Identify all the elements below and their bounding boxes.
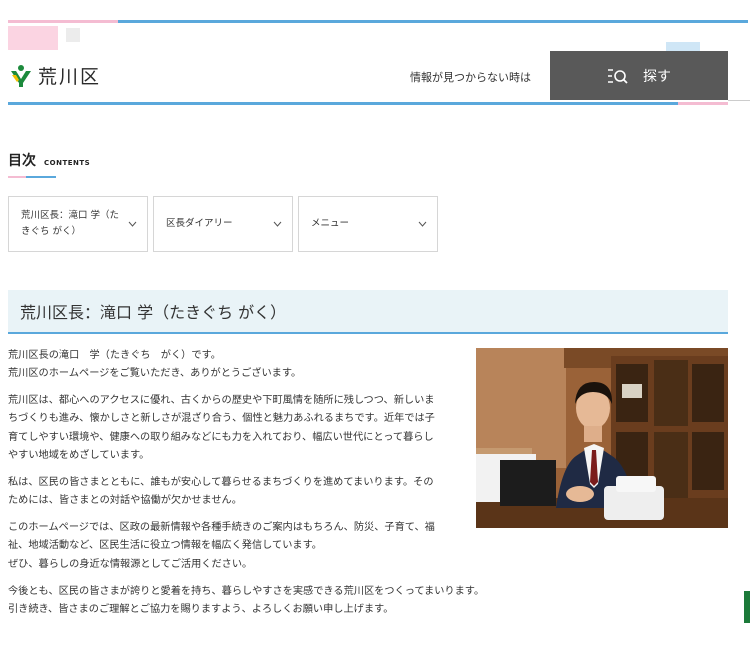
search-icon <box>608 68 628 84</box>
header-rule-gray <box>728 100 750 101</box>
search-button-label: 探す <box>643 68 671 85</box>
paragraph-website: このホームページでは、区政の最新情報や各種手続きのご案内はもちろん、防災、子育て… <box>8 519 468 574</box>
text-line: ためには、皆さまとの対話や協働が欠かせません。 <box>8 495 242 507</box>
toc-item-label: 荒川区長：滝口 学（た きぐち がく） <box>21 208 128 240</box>
header-decoration-gray <box>66 28 80 42</box>
side-tab[interactable] <box>744 591 750 623</box>
top-rule-accent <box>8 20 118 23</box>
paragraph-about: 荒川区は、都心へのアクセスに優れ、古くからの歴史や下町風情を随所に残しつつ、新し… <box>8 392 468 466</box>
toc-item-diary[interactable]: 区長ダイアリー <box>153 196 293 252</box>
section-heading-rule <box>8 332 728 334</box>
toc-item-mayor[interactable]: 荒川区長：滝口 学（た きぐち がく） <box>8 196 148 252</box>
paragraph-greeting: 荒川区長の滝口 学（たきぐち がく）です。 荒川区のホームページをご覧いただき、… <box>8 347 468 384</box>
text-line: 祉、地域活動など、区民生活に役立つ情報を幅広く発信しています。 <box>8 540 322 552</box>
toc-item-menu[interactable]: メニュー <box>298 196 438 252</box>
text-line: 荒川区長の滝口 学（たきぐち がく）です。 <box>8 350 221 361</box>
toc-underline-accent <box>8 176 26 178</box>
chevron-down-icon <box>418 221 427 227</box>
site-logo[interactable]: 荒川区 <box>10 62 101 89</box>
arakawa-logo-icon <box>11 64 31 87</box>
text-line: 荒川区は、都心へのアクセスに優れ、古くからの歴史や下町風情を随所に残しつつ、新し… <box>8 395 435 406</box>
toc-item-label: メニュー <box>311 217 350 229</box>
not-found-hint: 情報が見つからない時は <box>410 71 531 84</box>
text-line: このホームページでは、区政の最新情報や各種手続きのご案内はもちろん、防災、子育て… <box>8 522 435 533</box>
header-decoration-pink <box>8 26 58 50</box>
toc-item-label-line1: 荒川区長：滝口 学（た <box>21 209 120 221</box>
text-line: 荒川区のホームページをご覧いただき、ありがとうございます。 <box>8 368 302 380</box>
text-line: 私は、区民の皆さまとともに、誰もが安心して暮らせるまちづくりを進めてまいります。… <box>8 477 434 488</box>
chevron-down-icon <box>273 221 282 227</box>
toc-heading: 目次 CONTENTS <box>8 150 90 170</box>
toc-subtitle: CONTENTS <box>44 159 91 167</box>
header-rule <box>8 102 728 105</box>
section-heading: 荒川区長：滝口 学（たきぐち がく） <box>8 290 728 332</box>
text-line: ぜひ、暮らしの身近な情報源としてご活用ください。 <box>8 558 253 570</box>
text-line: 引き続き、皆さまのご理解とご協力を賜りますよう、よろしくお願い申し上げます。 <box>8 604 394 616</box>
top-rule <box>8 20 748 23</box>
search-button[interactable]: 探す <box>550 51 728 100</box>
paragraph-commitment: 私は、区民の皆さまとともに、誰もが安心して暮らせるまちづくりを進めてまいります。… <box>8 474 468 511</box>
text-line: 今後とも、区民の皆さまが誇りと愛着を持ち、暮らしやすさを実感できる荒川区をつくっ… <box>8 586 485 597</box>
header-rule-accent <box>678 102 728 105</box>
toc-title: 目次 <box>8 153 36 169</box>
text-line: やすい地域をめざしています。 <box>8 450 150 462</box>
chevron-down-icon <box>128 221 137 227</box>
site-name: 荒川区 <box>38 66 102 88</box>
paragraph-closing: 今後とも、区民の皆さまが誇りと愛着を持ち、暮らしやすさを実感できる荒川区をつくっ… <box>8 583 528 620</box>
mayor-photo-illustration <box>476 348 728 528</box>
toc-item-label: 区長ダイアリー <box>166 217 233 229</box>
text-line: 育てしやすい環境や、健康への取り組みなどにも力を入れており、幅広い世代にとって暮… <box>8 431 434 443</box>
text-line: ちづくりも進み、懐かしさと新しさが混ざり合う、個性と魅力あふれるまちです。近年で… <box>8 413 435 425</box>
toc-item-label-line2: きぐち がく） <box>21 226 82 237</box>
mayor-photo <box>476 348 728 528</box>
